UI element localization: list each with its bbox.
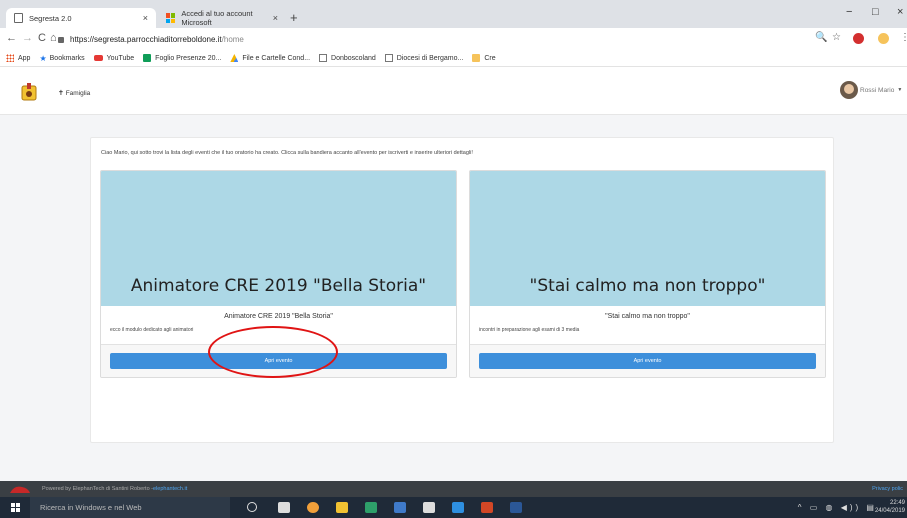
- bookmark-cre[interactable]: Cre: [472, 54, 496, 62]
- privacy-policy-link[interactable]: Privacy polic: [872, 486, 903, 492]
- folder-icon: [472, 54, 481, 62]
- caret-down-icon: ▼: [897, 87, 903, 93]
- url-path: /home: [221, 34, 244, 44]
- bookmark-label: Foglio Presenze 20...: [155, 54, 222, 62]
- parish-logo-icon[interactable]: [20, 82, 38, 102]
- site-navbar: ✝ Famiglia Rossi Mario ▼: [0, 67, 907, 115]
- bookmark-label: Diocesi di Bergamo...: [396, 54, 464, 62]
- bookmarks-bar: App ★ Bookmarks YouTube Foglio Presenze …: [0, 50, 907, 67]
- event-banner: Animatore CRE 2019 "Bella Storia": [101, 171, 456, 306]
- star-icon: ★: [39, 53, 47, 63]
- zoom-icon[interactable]: 🔍: [815, 32, 827, 43]
- address-bar-row: ← → C ⌂ https://segresta.parrocchiaditor…: [0, 28, 907, 50]
- event-description: incontri in preparazione agli esami di 3…: [479, 327, 580, 333]
- project-icon[interactable]: [394, 502, 406, 513]
- events-panel: Ciao Mario, qui sotto trovi la lista deg…: [90, 137, 834, 443]
- start-button[interactable]: [0, 497, 30, 518]
- user-menu[interactable]: Rossi Mario ▼: [840, 81, 902, 99]
- tab-segresta[interactable]: Segresta 2.0 ×: [6, 8, 156, 28]
- nav-link-famiglia[interactable]: ✝ Famiglia: [58, 89, 90, 97]
- minimize-button[interactable]: −: [846, 6, 852, 18]
- bookmark-youtube[interactable]: YouTube: [93, 54, 135, 62]
- maximize-button[interactable]: □: [872, 6, 879, 18]
- system-tray[interactable]: ^ ▭ ◍ ◀)) ▤: [798, 503, 877, 512]
- bookmark-label: Bookmarks: [49, 54, 85, 62]
- page-icon: [14, 13, 23, 23]
- bookmark-label: YouTube: [106, 54, 135, 62]
- nav-link-label: Famiglia: [65, 90, 91, 97]
- page-icon: [384, 54, 393, 62]
- task-view-icon[interactable]: [247, 502, 257, 512]
- tab-label: Accedi al tuo account Microsoft: [181, 9, 253, 27]
- event-card: "Stai calmo ma non troppo" "Stai calmo m…: [469, 170, 826, 378]
- site-footer: Powered by ElephanTech di Santini Robert…: [0, 481, 907, 497]
- clock-date: 24/04/2019: [874, 508, 905, 514]
- close-window-button[interactable]: ×: [897, 6, 903, 18]
- bookmark-label: Cre: [484, 54, 496, 62]
- reload-button[interactable]: C: [38, 32, 46, 44]
- bookmark-label: File e Cartelle Cond...: [242, 54, 311, 62]
- intro-text: Ciao Mario, qui sotto trovi la lista deg…: [101, 150, 473, 156]
- clock-time: 22:49: [889, 500, 905, 506]
- windows-logo-icon: [10, 503, 20, 512]
- event-title: "Stai calmo ma non troppo": [605, 313, 690, 320]
- word-icon[interactable]: [510, 502, 522, 513]
- chrome-icon[interactable]: [307, 502, 319, 513]
- powerpoint-icon[interactable]: [481, 502, 493, 513]
- tab-microsoft[interactable]: Accedi al tuo account Microsoft ×: [158, 8, 286, 28]
- apps-grid-icon: [6, 54, 14, 62]
- footer-link[interactable]: elephantech.it: [153, 486, 187, 492]
- sheets-icon: [143, 54, 152, 62]
- page-icon: [319, 54, 328, 62]
- taskbar-clock[interactable]: 22:49 24/04/2019: [875, 499, 905, 515]
- event-card-footer: Apri evento: [470, 344, 825, 377]
- event-banner-title: "Stai calmo ma non troppo": [529, 276, 766, 296]
- youtube-icon: [93, 55, 103, 61]
- footer-credit: Powered by ElephanTech di Santini Robert…: [42, 486, 153, 492]
- back-button[interactable]: ←: [6, 32, 17, 44]
- event-banner-title: Animatore CRE 2019 "Bella Storia": [130, 276, 427, 296]
- person-icon: ✝: [58, 90, 64, 97]
- elephantech-logo-icon: [10, 486, 30, 493]
- bookmark-app[interactable]: App: [6, 54, 30, 62]
- tab-label: Segresta 2.0: [29, 13, 72, 23]
- annotation-circle: [208, 326, 338, 378]
- browser-tab-bar: Segresta 2.0 × Accedi al tuo account Mic…: [0, 0, 907, 28]
- url-input[interactable]: https://segresta.parrocchiaditorreboldon…: [58, 31, 828, 47]
- user-name: Rossi Mario: [860, 86, 895, 94]
- profile-avatar-icon[interactable]: [878, 33, 889, 44]
- edge-icon[interactable]: [452, 502, 464, 513]
- extension-icon[interactable]: [853, 33, 864, 44]
- web-page: ✝ Famiglia Rossi Mario ▼ Ciao Mario, qui…: [0, 67, 907, 481]
- bookmark-bookmarks[interactable]: ★ Bookmarks: [39, 54, 84, 63]
- bookmark-star-icon[interactable]: ☆: [832, 32, 841, 43]
- new-tab-button[interactable]: +: [290, 10, 298, 25]
- bookmark-diocesi[interactable]: Diocesi di Bergamo...: [384, 54, 464, 62]
- taskbar-search[interactable]: Ricerca in Windows e nel Web: [30, 497, 230, 518]
- open-event-button[interactable]: Apri evento: [479, 353, 816, 369]
- user-avatar: [840, 81, 858, 99]
- drive-icon: [230, 54, 239, 62]
- browser-menu-icon[interactable]: ⋮: [900, 32, 907, 43]
- tab-close-icon[interactable]: ×: [143, 13, 148, 23]
- bookmark-label: Donboscoland: [331, 54, 376, 62]
- event-title: Animatore CRE 2019 "Bella Storia": [224, 313, 333, 320]
- event-banner: "Stai calmo ma non troppo": [470, 171, 825, 306]
- bookmark-file-cartelle[interactable]: File e Cartelle Cond...: [230, 54, 310, 62]
- bookmark-label: App: [18, 54, 31, 62]
- bookmark-donboscoland[interactable]: Donboscoland: [319, 54, 376, 62]
- app-icon[interactable]: [365, 502, 377, 513]
- home-button[interactable]: ⌂: [50, 32, 57, 44]
- url-host: https://segresta.parrocchiaditorreboldon…: [70, 34, 222, 44]
- mail-icon[interactable]: [278, 502, 290, 513]
- lock-icon: [58, 37, 64, 43]
- microsoft-icon: [166, 13, 176, 23]
- store-icon[interactable]: [423, 502, 435, 513]
- file-explorer-icon[interactable]: [336, 502, 348, 513]
- bookmark-foglio-presenze[interactable]: Foglio Presenze 20...: [143, 54, 221, 62]
- forward-button[interactable]: →: [22, 32, 33, 44]
- tab-close-icon[interactable]: ×: [273, 13, 278, 23]
